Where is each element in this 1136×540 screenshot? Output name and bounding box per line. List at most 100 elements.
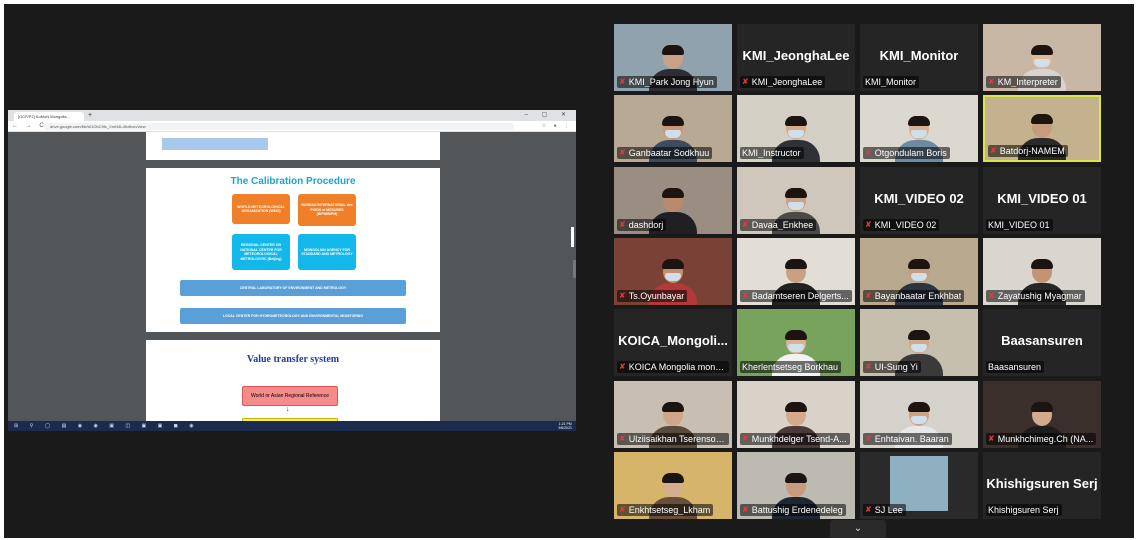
participant-tile[interactable]: ✘ Badamtseren Delgerts... — [737, 237, 855, 305]
slide-previous — [146, 132, 440, 160]
extension-icons[interactable]: ☆ ● ⋮ — [542, 121, 572, 132]
participant-tile[interactable]: ✘ Bayanbaatar Enkhbat — [860, 237, 978, 305]
participant-tile[interactable]: ✘ Munkhchimeg.Ch (NA... — [983, 380, 1101, 448]
participant-name: dashdorj — [628, 219, 664, 230]
participant-tile[interactable]: ✘ Ulziisaikhan Tserensod... — [614, 380, 732, 448]
participant-display-name: KMI_VIDEO 02 — [874, 190, 964, 206]
participant-name: Khishigsuren Serj — [988, 504, 1059, 515]
participant-tile[interactable]: KMI_VIDEO 01 KMI_VIDEO 01 — [983, 166, 1101, 234]
participant-name-label: KMI_VIDEO 01 — [986, 218, 1053, 231]
taskbar-icons[interactable]: ⊞ ⚲ ◯ ▤ ◉ ◉ ▣ ◫ ▣ ▣ ◼ ◉ — [14, 421, 199, 431]
participant-tile[interactable]: KMI_JeonghaLee ✘ KMI_JeonghaLee — [737, 24, 855, 91]
window-controls[interactable]: – ▢ ✕ — [525, 110, 572, 121]
mic-muted-icon: ✘ — [619, 433, 626, 443]
participant-name: Ganbaatar Sodkhuu — [628, 148, 710, 159]
participant-tile[interactable]: ✘ KM_Interpreter — [983, 24, 1101, 91]
participant-display-name: Baasansuren — [1001, 333, 1083, 349]
participant-name-label: ✘ UI-Sung Yi — [863, 361, 921, 374]
screen-thumbnail — [890, 455, 948, 511]
participant-name-label: Khishigsuren Serj — [986, 503, 1062, 516]
participant-name: Battushig Erdenedeleg — [751, 504, 843, 515]
participant-tile[interactable]: ✘ SJ Lee — [860, 451, 978, 519]
participant-name: Ulziisaikhan Tserensod... — [628, 433, 726, 444]
slide-calibration: The Calibration Procedure WORLD METEOROL… — [146, 168, 440, 332]
slide-value-transfer: Value transfer system World or Asian Reg… — [146, 340, 440, 421]
participant-name-label: Baasansuren — [986, 361, 1045, 374]
participant-display-name: Khishigsuren Serj — [986, 475, 1098, 491]
participant-name: KMI_VIDEO 01 — [988, 219, 1050, 230]
scrollbar-thumb[interactable] — [571, 227, 574, 247]
local-center-bar: LOCAL CENTER FOR HYDROMETEOROLOGY AND EN… — [180, 308, 406, 324]
mic-muted-icon: ✘ — [742, 504, 749, 514]
participant-name: Batdorj-NAMEM — [999, 146, 1065, 157]
participant-tile[interactable]: ✘ Otgondulam Boris — [860, 95, 978, 163]
participant-name-label: ✘ KOICA Mongolia monit... — [617, 361, 729, 374]
mongolian-agency-box: MONGOLIAN AGENCY FOR STANDARD AND METROL… — [298, 234, 356, 270]
new-tab-icon[interactable]: + — [88, 111, 92, 120]
zoom-meeting-window: [GCF/P2] KoMoN Mongolia... × + – ▢ ✕ ← →… — [4, 4, 1134, 538]
participant-tile[interactable]: ✘ UI-Sung Yi — [860, 309, 978, 377]
participant-display-name: KMI_JeonghaLee — [742, 48, 850, 63]
participant-name-label: ✘ Badamtseren Delgerts... — [740, 289, 852, 302]
slide-title: The Calibration Procedure — [230, 176, 356, 187]
participant-tile[interactable]: Khishigsuren Serj Khishigsuren Serj — [983, 451, 1101, 519]
participant-tile[interactable]: ✘ KMI_Park Jong Hyun — [614, 24, 732, 91]
split-resize-handle[interactable] — [573, 260, 576, 278]
participant-name: KMI_Park Jong Hyun — [628, 77, 714, 87]
mic-muted-icon: ✘ — [865, 504, 872, 514]
participant-name: SJ Lee — [874, 504, 903, 515]
participant-tile[interactable]: Kherlentsetseg Borkhau — [737, 309, 855, 377]
mic-muted-icon: ✘ — [865, 219, 872, 229]
participant-tile[interactable]: ✘ dashdorj — [614, 166, 732, 234]
participant-name: Munkhchimeg.Ch (NA... — [997, 433, 1094, 444]
windows-taskbar: ⊞ ⚲ ◯ ▤ ◉ ◉ ▣ ◫ ▣ ▣ ◼ ◉ 1:21 PM 9/6/2021 — [8, 421, 576, 431]
navigation-icons[interactable]: ← → C — [12, 121, 47, 132]
participant-name-label: ✘ dashdorj — [617, 218, 667, 231]
participant-name-label: KMI_Monitor — [863, 76, 920, 88]
participant-tile[interactable]: ✘ Battushig Erdenedeleg — [737, 451, 855, 519]
participant-name-label: ✘ Batdorj-NAMEM — [988, 145, 1068, 158]
participant-tile[interactable]: ✘ Ganbaatar Sodkhuu — [614, 95, 732, 163]
participant-tile[interactable]: ✘ Munkhdelger Tsend-A... — [737, 380, 855, 448]
mic-muted-icon: ✘ — [742, 219, 749, 229]
participant-name-label: ✘ Davaa_Enkhee — [740, 218, 817, 231]
browser-tab[interactable]: [GCF/P2] KoMoN Mongolia... × — [14, 112, 84, 121]
participant-name: UI-Sung Yi — [874, 362, 918, 373]
participant-tile[interactable]: ✘ Davaa_Enkhee — [737, 166, 855, 234]
participant-name-label: ✘ Enhtaivan. Baaran — [863, 432, 952, 445]
participant-name-label: ✘ Bayanbaatar Enkhbat — [863, 289, 965, 302]
chevron-down-icon[interactable]: ⌄ — [830, 520, 886, 538]
participant-tile[interactable]: ✘ Enkhtsetseg_Lkham — [614, 451, 732, 519]
mic-muted-icon: ✘ — [865, 362, 872, 372]
participant-tile[interactable]: ✘ Zayatushig Myagmar — [983, 237, 1101, 305]
url-field[interactable]: drive.google.com/file/d/1ObC9fc_XmN4Ldfc… — [44, 123, 514, 130]
shared-screen[interactable]: [GCF/P2] KoMoN Mongolia... × + – ▢ ✕ ← →… — [8, 110, 576, 431]
participant-tile[interactable]: KMI_Instructor — [737, 95, 855, 163]
participant-name: Bayanbaatar Enkhbat — [874, 290, 962, 301]
participant-name-label: ✘ Munkhchimeg.Ch (NA... — [986, 432, 1097, 445]
participant-display-name: KMI_VIDEO 01 — [997, 190, 1087, 206]
participant-tile[interactable]: Baasansuren Baasansuren — [983, 309, 1101, 377]
participant-tile[interactable]: KOICA_Mongoli... ✘ KOICA Mongolia monit... — [614, 309, 732, 377]
pdf-viewer[interactable]: The Calibration Procedure WORLD METEOROL… — [8, 132, 576, 421]
participant-name-label: ✘ Zayatushig Myagmar — [986, 289, 1085, 302]
participant-tile[interactable]: ✘ Enhtaivan. Baaran — [860, 380, 978, 448]
participant-name-label: ✘ KM_Interpreter — [986, 76, 1061, 88]
slide-block — [162, 138, 268, 150]
participant-name: Baasansuren — [988, 362, 1042, 373]
participant-name-label: ✘ Munkhdelger Tsend-A... — [740, 432, 850, 445]
participant-tile[interactable]: ✘ Ts.Oyunbayar — [614, 237, 732, 305]
participant-name: Kherlentsetseg Borkhau — [742, 362, 839, 373]
central-lab-bar: CENTRAL LABORATORY OF ENVIRONMENT AND ME… — [180, 280, 406, 296]
slide-title: Value transfer system — [246, 354, 340, 365]
mic-muted-icon: ✘ — [619, 362, 626, 372]
mic-muted-icon: ✘ — [619, 290, 626, 300]
participant-tile[interactable]: ✘ Batdorj-NAMEM — [983, 95, 1101, 163]
mic-muted-icon: ✘ — [865, 290, 872, 300]
mic-muted-icon: ✘ — [988, 433, 995, 443]
participant-name: Ts.Oyunbayar — [628, 290, 685, 301]
participant-tile[interactable]: KMI_VIDEO 02 ✘ KMI_VIDEO 02 — [860, 166, 978, 234]
participant-name: KM_Interpreter — [997, 77, 1058, 87]
mic-muted-icon: ✘ — [988, 77, 995, 86]
participant-tile[interactable]: KMI_Monitor KMI_Monitor — [860, 24, 978, 91]
